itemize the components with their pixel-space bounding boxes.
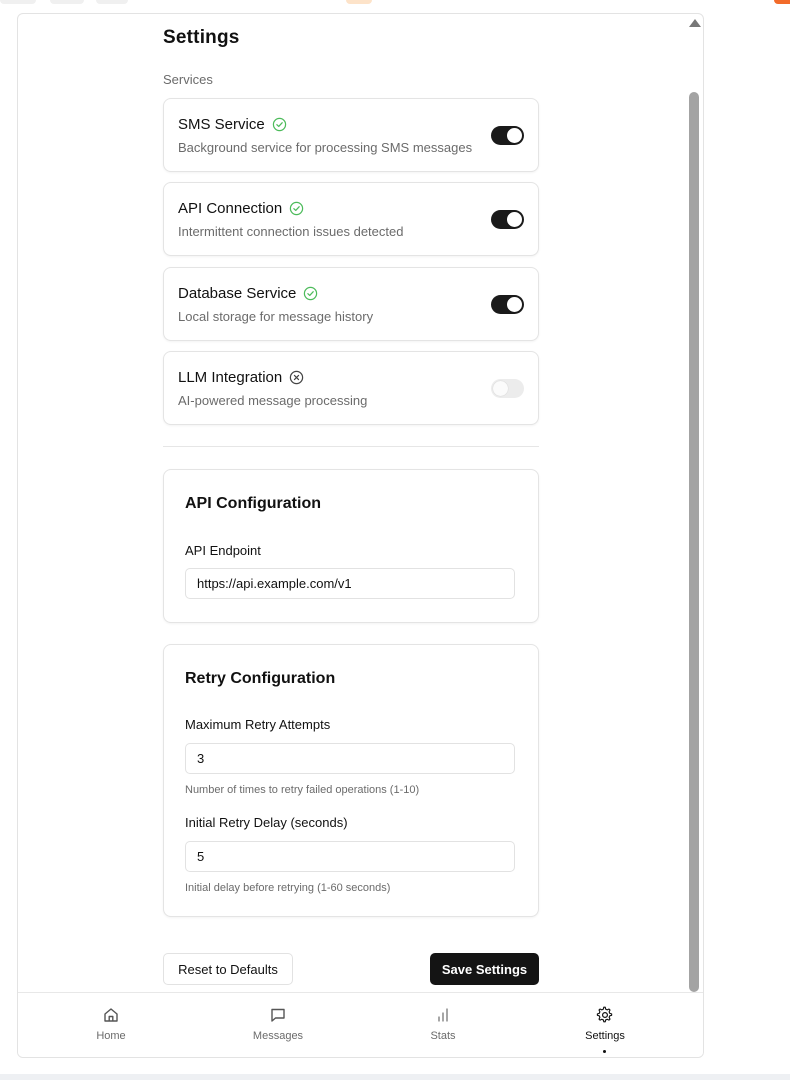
background-tab — [0, 0, 36, 4]
scrollbar-thumb[interactable] — [689, 92, 699, 992]
max-retry-attempts-input[interactable] — [185, 743, 515, 774]
settings-panel: Settings Services SMS Service Background… — [17, 13, 704, 1058]
service-card-database: Database Service Local storage for messa… — [163, 267, 539, 341]
gear-icon — [596, 1006, 613, 1023]
max-retry-attempts-label: Maximum Retry Attempts — [185, 717, 331, 732]
nav-item-messages[interactable]: Messages — [218, 993, 338, 1057]
nav-label-home: Home — [96, 1030, 126, 1042]
service-description: Intermittent connection issues detected — [178, 224, 404, 239]
initial-retry-delay-label: Initial Retry Delay (seconds) — [185, 815, 348, 830]
nav-item-settings[interactable]: Settings — [545, 993, 665, 1057]
check-circle-icon — [290, 201, 304, 216]
service-card-llm: LLM Integration AI-powered message proce… — [163, 351, 539, 425]
scrollbar[interactable] — [686, 14, 702, 992]
save-settings-button[interactable]: Save Settings — [430, 953, 539, 985]
max-retry-attempts-help: Number of times to retry failed operatio… — [185, 784, 420, 796]
service-name: Database Service — [178, 285, 297, 302]
section-divider — [163, 446, 539, 447]
nav-label-messages: Messages — [252, 1030, 304, 1042]
bottom-navigation: Home Messages Stats Settings — [18, 992, 703, 1057]
nav-label-stats: Stats — [430, 1030, 456, 1042]
background-tab — [50, 0, 84, 4]
check-circle-icon — [304, 286, 318, 301]
api-endpoint-input[interactable] — [185, 568, 515, 599]
x-circle-icon — [290, 370, 304, 385]
nav-item-stats[interactable]: Stats — [383, 993, 503, 1057]
background-tab — [96, 0, 128, 4]
scroll-up-arrow-icon[interactable] — [689, 19, 701, 27]
active-indicator — [603, 1050, 606, 1053]
stats-icon — [438, 1008, 448, 1022]
home-icon — [104, 1008, 118, 1022]
service-name: API Connection — [178, 200, 283, 217]
nav-item-home[interactable]: Home — [51, 993, 171, 1057]
service-description: Local storage for message history — [178, 309, 374, 324]
bottom-edge — [0, 1074, 790, 1080]
initial-retry-delay-help: Initial delay before retrying (1-60 seco… — [185, 882, 391, 894]
api-connection-toggle[interactable] — [491, 210, 524, 229]
toggle-knob — [507, 297, 522, 312]
service-description: Background service for processing SMS me… — [178, 140, 473, 155]
service-name: LLM Integration — [178, 369, 283, 386]
service-card-api: API Connection Intermittent connection i… — [163, 182, 539, 256]
toggle-knob — [507, 212, 522, 227]
retry-configuration-title: Retry Configuration — [185, 670, 336, 687]
service-name: SMS Service — [178, 116, 265, 133]
check-circle-icon — [272, 117, 286, 132]
llm-integration-toggle[interactable] — [491, 379, 524, 398]
page-title: Settings — [163, 27, 240, 48]
api-endpoint-label: API Endpoint — [185, 543, 261, 558]
sms-service-toggle[interactable] — [491, 126, 524, 145]
message-icon — [271, 1008, 285, 1022]
nav-label-settings: Settings — [585, 1030, 625, 1042]
services-section-label: Services — [163, 72, 213, 87]
toggle-knob — [507, 128, 522, 143]
database-service-toggle[interactable] — [491, 295, 524, 314]
initial-retry-delay-input[interactable] — [185, 841, 515, 872]
background-tab — [346, 0, 372, 4]
toggle-knob — [493, 381, 508, 396]
reset-to-defaults-button[interactable]: Reset to Defaults — [163, 953, 293, 985]
accent-marker — [774, 0, 790, 4]
api-configuration-card: API Configuration API Endpoint — [163, 469, 539, 623]
api-configuration-title: API Configuration — [185, 495, 321, 512]
service-description: AI-powered message processing — [178, 393, 368, 408]
service-card-sms: SMS Service Background service for proce… — [163, 98, 539, 172]
retry-configuration-card: Retry Configuration Maximum Retry Attemp… — [163, 644, 539, 917]
